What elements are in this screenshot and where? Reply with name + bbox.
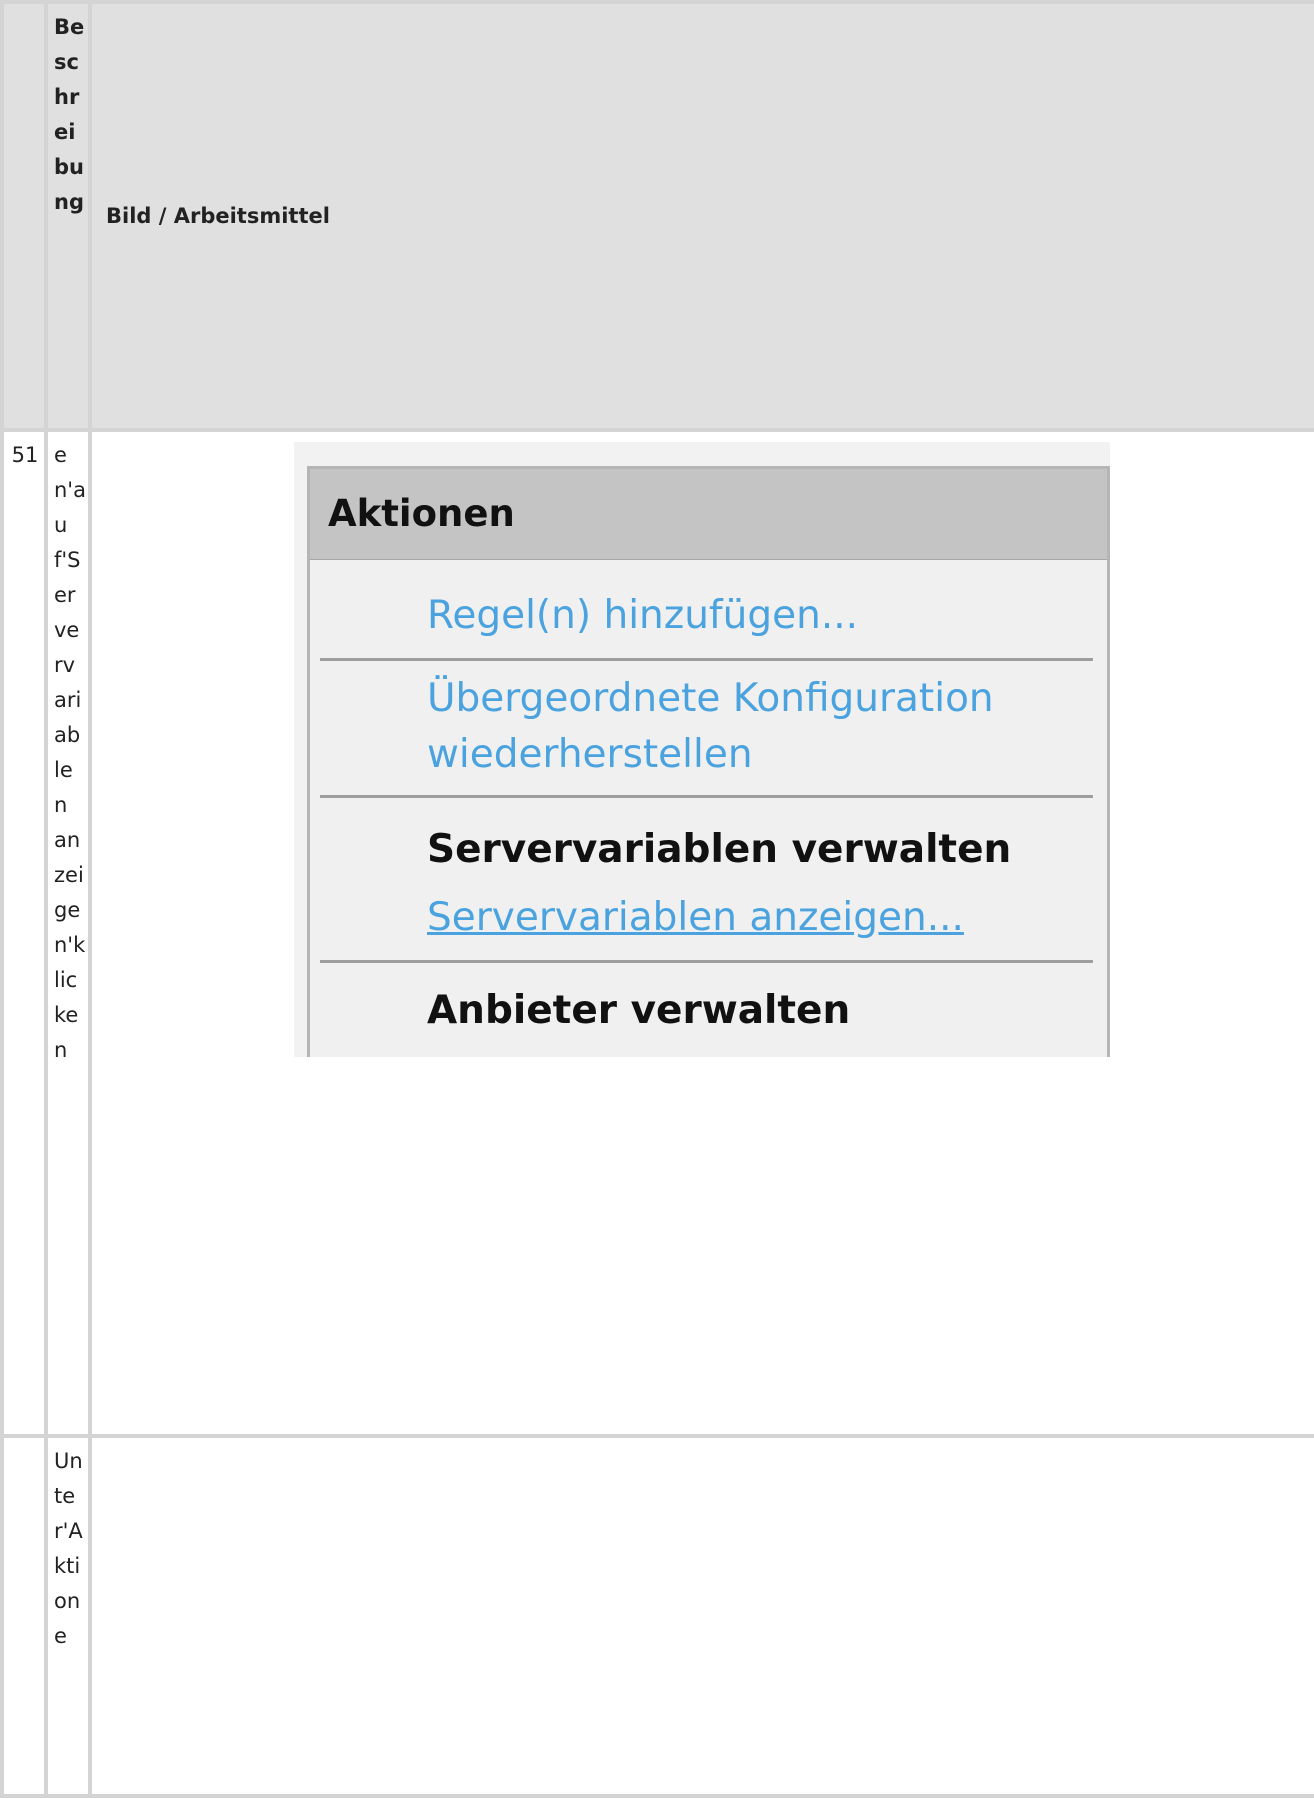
actions-panel: Aktionen Regel(n) hinzufügen... Übergeor… <box>307 466 1110 1057</box>
actions-panel-title: Aktionen <box>310 469 1107 560</box>
table-row: 51 en'auf'Servervariablen anzeigen'klick… <box>0 428 1314 1438</box>
show-server-variables-link[interactable]: Servervariablen anzeigen... <box>427 890 1093 946</box>
manage-providers-heading: Anbieter verwalten <box>427 988 851 1033</box>
manage-server-variables-heading: Servervariablen verwalten <box>427 827 1012 872</box>
step-image-cell: Aktionen Regel(n) hinzufügen... Übergeor… <box>88 428 1314 1438</box>
step-description: Unter'Aktione <box>44 1434 92 1798</box>
restore-parent-config-link[interactable]: Übergeordnete Konfiguration wiederherste… <box>427 671 1093 783</box>
table-row: Unter'Aktione <box>0 1434 1314 1798</box>
header-image: Bild / Arbeitsmittel <box>88 0 1314 432</box>
step-description: en'auf'Servervariablen anzeigen'klicken <box>44 428 92 1438</box>
add-rules-link[interactable]: Regel(n) hinzufügen... <box>427 588 1093 644</box>
step-number: 51 <box>0 428 48 1438</box>
step-image-cell <box>88 1434 1314 1798</box>
header-number <box>0 0 48 432</box>
actions-panel-screenshot: Aktionen Regel(n) hinzufügen... Übergeor… <box>294 442 1110 1057</box>
step-number <box>0 1434 48 1798</box>
steps-table: Beschreibung Bild / Arbeitsmittel 51 en'… <box>0 0 1314 1798</box>
actions-list: Regel(n) hinzufügen... Übergeordnete Kon… <box>310 560 1107 1039</box>
table-header-row: Beschreibung Bild / Arbeitsmittel <box>0 0 1314 432</box>
header-description: Beschreibung <box>44 0 92 432</box>
